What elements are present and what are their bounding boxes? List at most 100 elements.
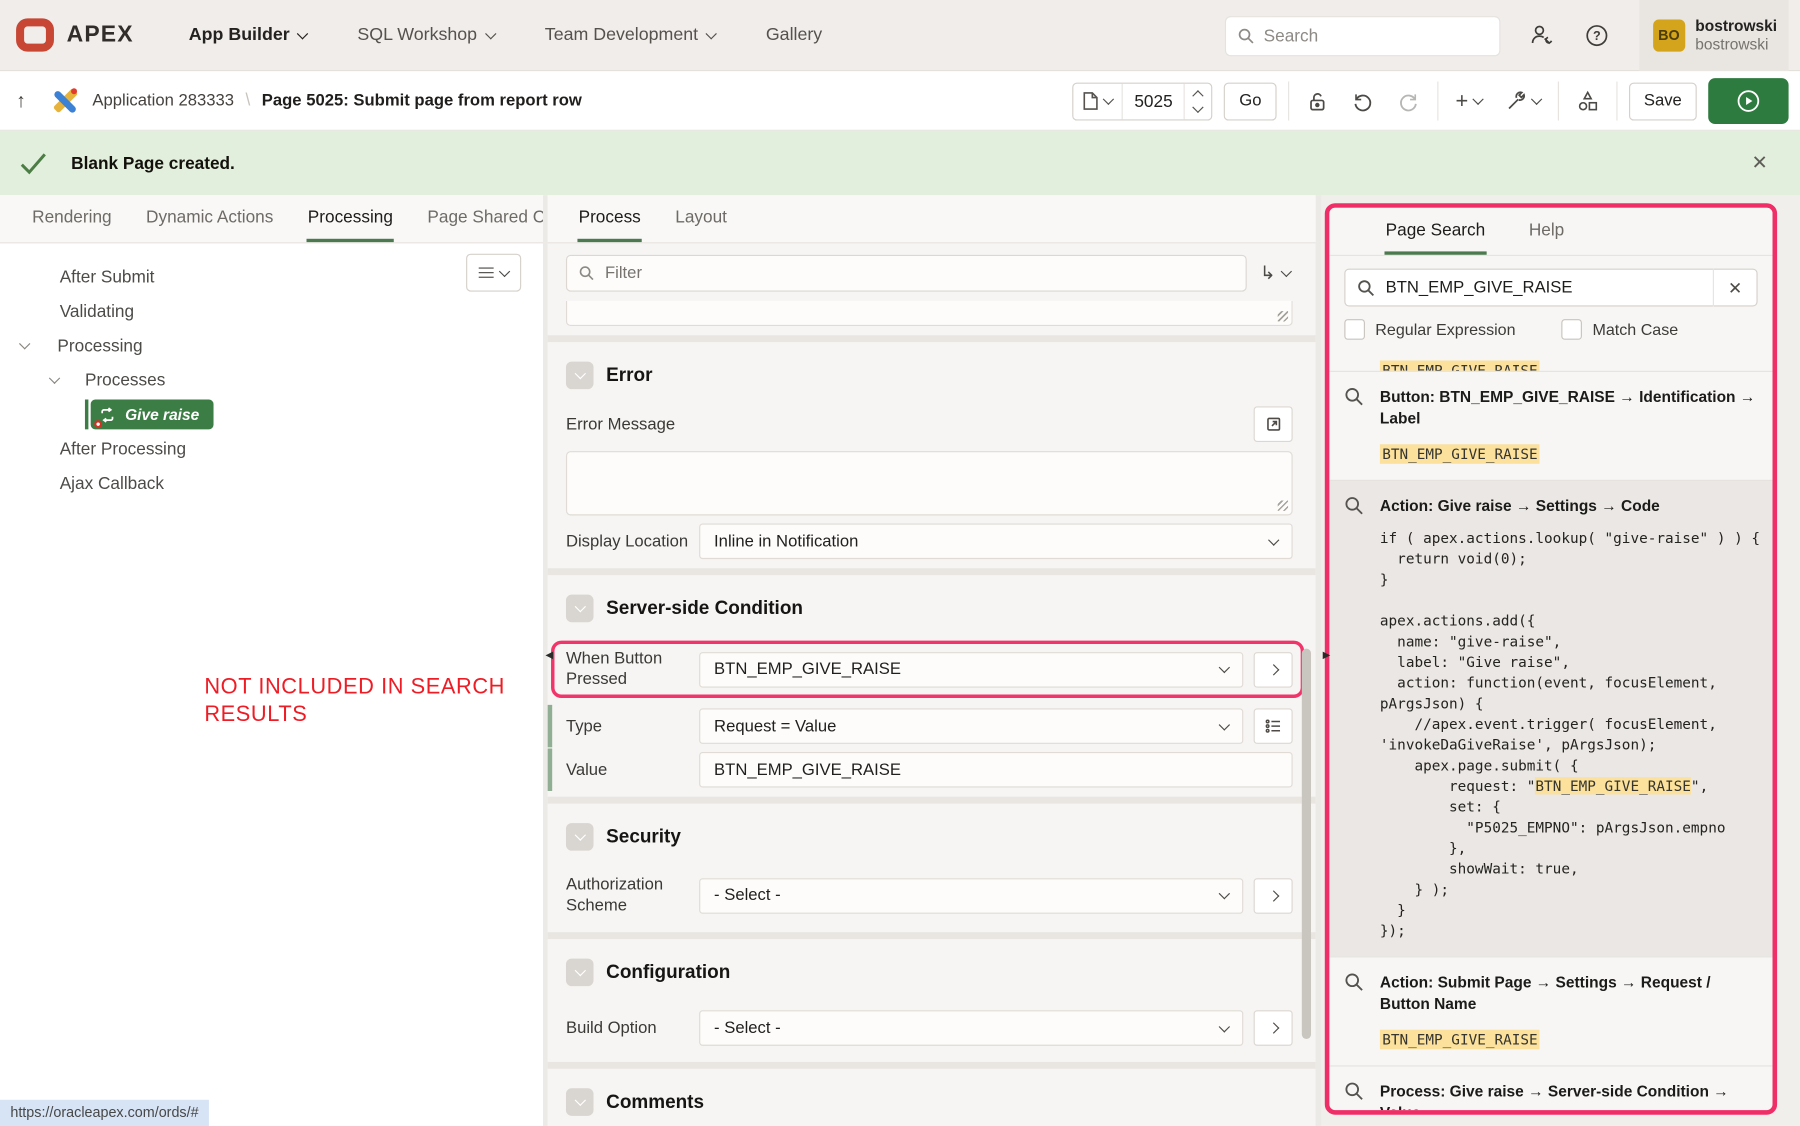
tree-node-validating[interactable]: Validating: [0, 294, 543, 328]
chevron-right-icon: [1267, 890, 1278, 901]
open-in-code-editor-button[interactable]: [1254, 406, 1293, 442]
check-icon: [18, 150, 48, 175]
chevron-down-icon: [1219, 719, 1230, 730]
chevron-down-icon: [1219, 662, 1230, 673]
process-loop-icon: [98, 405, 118, 425]
property-editor-panel: Process Layout Filter ↳ Error: [548, 195, 1322, 1126]
field-when-button-pressed: When Button Pressed BTN_EMP_GIVE_RAISE: [566, 649, 1293, 690]
nav-team-development[interactable]: Team Development: [545, 25, 716, 46]
undo-icon[interactable]: [1345, 90, 1379, 113]
display-location-select[interactable]: Inline in Notification: [699, 523, 1293, 559]
utilities-menu-button[interactable]: [1499, 90, 1546, 112]
clear-search-icon[interactable]: ✕: [1713, 269, 1757, 307]
field-condition-value: Value BTN_EMP_GIVE_RAISE: [566, 752, 1293, 788]
resize-grip[interactable]: [1278, 501, 1288, 511]
collapse-left-panel-handle[interactable]: ◄: [543, 649, 556, 663]
redo-icon[interactable]: [1391, 90, 1425, 113]
nav-app-builder[interactable]: App Builder: [189, 25, 307, 46]
run-page-button[interactable]: [1708, 78, 1788, 124]
tab-layout[interactable]: Layout: [674, 195, 728, 242]
go-to-authorization-button[interactable]: [1254, 878, 1293, 914]
vertical-scrollbar[interactable]: [1302, 649, 1311, 1039]
brand-apex: APEX: [67, 22, 134, 48]
close-icon[interactable]: ✕: [1745, 150, 1775, 175]
collapse-toggle-icon[interactable]: [566, 823, 594, 851]
filter-input[interactable]: Filter: [566, 255, 1246, 292]
search-result[interactable]: Action: Submit Page → Settings → Request…: [1329, 956, 1772, 1065]
collapse-toggle-icon[interactable]: [566, 595, 594, 623]
go-to-button-button[interactable]: [1254, 651, 1293, 687]
chevron-down-icon: [19, 338, 30, 349]
tab-process[interactable]: Process: [577, 195, 642, 242]
chevron-down-icon: [499, 265, 510, 276]
when-button-pressed-select[interactable]: BTN_EMP_GIVE_RAISE: [699, 651, 1243, 687]
collapse-toggle-icon[interactable]: [566, 362, 594, 390]
go-to-build-option-button[interactable]: [1254, 1010, 1293, 1046]
help-icon[interactable]: ?: [1584, 23, 1609, 48]
tab-dynamic-actions[interactable]: Dynamic Actions: [145, 195, 275, 242]
page-number-stepper[interactable]: [1185, 91, 1211, 111]
search-result[interactable]: Action: Give raise → Settings → Codeif (…: [1329, 480, 1772, 956]
divider: [1558, 82, 1559, 121]
search-options: Regular Expression Match Case: [1329, 317, 1772, 351]
tab-rendering[interactable]: Rendering: [31, 195, 113, 242]
save-button[interactable]: Save: [1629, 82, 1697, 120]
condition-type-select[interactable]: Request = Value: [699, 708, 1243, 744]
nav-gallery[interactable]: Gallery: [766, 25, 822, 46]
go-button[interactable]: Go: [1224, 82, 1276, 120]
main-area: Rendering Dynamic Actions Processing Pag…: [0, 195, 1800, 1126]
goto-selection-button[interactable]: ↳: [1260, 262, 1293, 285]
resize-grip[interactable]: [1278, 311, 1288, 321]
search-result[interactable]: Process: Give raise → Server-side Condit…: [1329, 1065, 1772, 1110]
collapse-toggle-icon[interactable]: [566, 959, 594, 987]
chevron-right-icon: [1267, 1022, 1278, 1033]
tree-node-ajax-callback[interactable]: Ajax Callback: [0, 466, 543, 500]
authorization-scheme-select[interactable]: - Select -: [699, 878, 1243, 914]
tab-page-shared-components[interactable]: Page Shared Components: [426, 195, 543, 242]
tree-node-after-processing[interactable]: After Processing: [0, 432, 543, 466]
breadcrumb-application[interactable]: Application 283333: [92, 91, 234, 109]
user-menu[interactable]: BO bostrowski bostrowski: [1639, 0, 1789, 71]
up-arrow-icon[interactable]: ↑: [16, 89, 26, 112]
collapse-right-panel-handle[interactable]: ►: [1320, 649, 1333, 663]
checkbox-regular-expression[interactable]: [1344, 319, 1365, 340]
lock-icon[interactable]: [1300, 90, 1333, 112]
section-title: Comments: [606, 1091, 704, 1113]
search-result[interactable]: Button: BTN_EMP_GIVE_RAISE → Identificat…: [1329, 371, 1772, 480]
error-message-textarea[interactable]: [566, 451, 1293, 515]
page-finder-button[interactable]: [1074, 83, 1122, 119]
shared-components-icon[interactable]: [1570, 90, 1604, 113]
search-result-partial[interactable]: BTN_EMP_GIVE_RAISE: [1329, 351, 1772, 371]
document-icon: [1083, 92, 1099, 110]
condition-value-input[interactable]: BTN_EMP_GIVE_RAISE: [699, 752, 1293, 788]
checkbox-match-case[interactable]: [1561, 319, 1582, 340]
nav-sql-workshop[interactable]: SQL Workshop: [357, 25, 494, 46]
left-panel: Rendering Dynamic Actions Processing Pag…: [0, 195, 548, 1126]
match-case-option[interactable]: Match Case: [1561, 319, 1678, 340]
tree-menu-button[interactable]: [466, 254, 521, 292]
tab-processing[interactable]: Processing: [307, 195, 394, 242]
chevron-down-icon: [1219, 888, 1230, 899]
property-scroll-area[interactable]: Filter ↳ Error Error Message: [548, 243, 1316, 1126]
field-authorization-scheme: Authorization Scheme - Select -: [566, 875, 1293, 916]
clipped-textarea[interactable]: [566, 301, 1293, 326]
apex-page-designer: APEX App Builder SQL Workshop Team Devel…: [0, 0, 1800, 1126]
tree-node-give-raise[interactable]: Give raise: [91, 400, 213, 430]
global-search-input[interactable]: Search: [1226, 17, 1499, 55]
create-menu-button[interactable]: +: [1450, 90, 1488, 112]
page-number-input[interactable]: 5025: [1122, 83, 1186, 119]
tree-node-processing[interactable]: Processing: [0, 328, 543, 362]
build-option-select[interactable]: - Select -: [699, 1010, 1243, 1046]
chevron-down-icon: [1268, 534, 1279, 545]
section-security-header: Security: [566, 810, 1293, 861]
tab-help[interactable]: Help: [1528, 208, 1566, 255]
collapse-toggle-icon[interactable]: [566, 1088, 594, 1116]
pick-list-button[interactable]: [1254, 708, 1293, 744]
tree-node-after-submit[interactable]: After Submit: [0, 259, 543, 293]
regular-expression-option[interactable]: Regular Expression: [1344, 319, 1515, 340]
tree-node-processes[interactable]: Processes: [0, 363, 543, 397]
right-tabbar: Page Search Help: [1329, 208, 1772, 256]
admin-tools-icon[interactable]: [1529, 23, 1554, 48]
page-search-input[interactable]: BTN_EMP_GIVE_RAISE ✕: [1344, 269, 1757, 307]
tab-page-search[interactable]: Page Search: [1384, 208, 1486, 255]
